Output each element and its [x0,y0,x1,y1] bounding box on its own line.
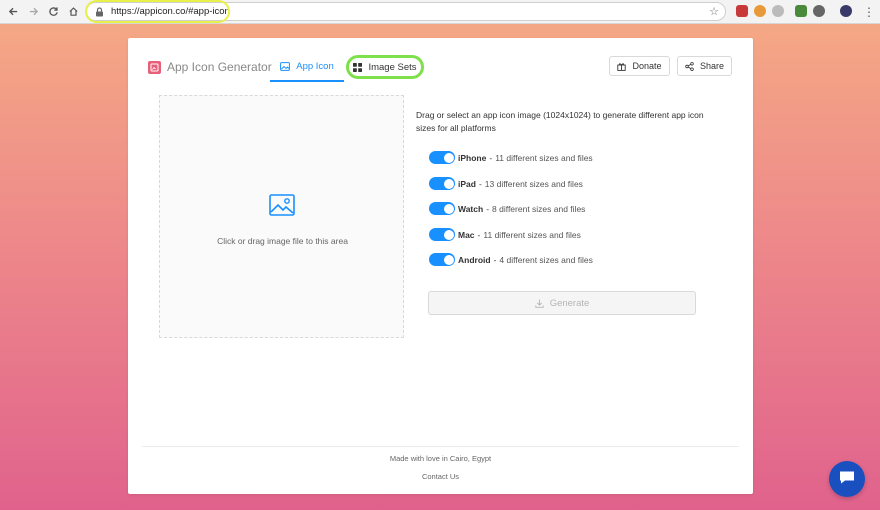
main-card: App Icon Generator App Icon Image Sets D… [128,38,753,494]
option-name: Android [458,254,491,265]
option-mac: Mac - 11 different sizes and files [429,228,581,241]
brand-logo-icon [148,60,161,74]
toggle-mac[interactable] [429,228,455,241]
address-bar[interactable]: https://appicon.co/#app-icon ☆ [85,0,726,23]
chat-bubble-icon [839,470,855,489]
toggle-ipad[interactable] [429,177,455,190]
option-separator: - [486,203,490,214]
option-description: 13 different sizes and files [484,178,583,189]
reload-icon[interactable] [44,3,62,21]
extension-shield-icon[interactable] [736,5,748,17]
option-separator: - [489,152,493,163]
share-button[interactable]: Share [677,56,732,76]
option-android: Android - 4 different sizes and files [429,253,593,266]
back-arrow-icon[interactable] [4,3,22,21]
extension-gear-icon[interactable] [813,5,825,17]
brand-name: App Icon Generator [167,60,272,74]
donate-label: Donate [632,61,662,71]
brand[interactable]: App Icon Generator [148,60,272,74]
image-dropzone[interactable]: Click or drag image file to this area [159,95,404,338]
toggle-watch[interactable] [429,202,455,215]
option-watch: Watch - 8 different sizes and files [429,202,585,215]
option-name: iPhone [458,152,487,163]
option-separator: - [477,229,481,240]
image-icon [280,61,291,71]
picture-icon [269,194,295,221]
toggle-iphone[interactable] [429,151,455,164]
home-icon[interactable] [64,3,82,21]
gift-icon [617,62,627,71]
footer-divider [142,446,739,447]
option-description: 4 different sizes and files [499,254,593,265]
footer-contact-link[interactable]: Contact Us [128,472,753,481]
toggle-android[interactable] [429,253,455,266]
description-text: Drag or select an app icon image (1024x1… [416,110,704,133]
donate-button[interactable]: Donate [609,56,670,76]
option-name: Watch [458,203,484,214]
option-name: Mac [458,229,475,240]
tab-app-icon[interactable]: App Icon [270,52,344,82]
menu-dots-icon[interactable]: ⋮ [860,3,878,21]
option-description: 8 different sizes and files [492,203,586,214]
tab-highlight-annotation [346,55,424,79]
extension-green-icon[interactable] [795,5,807,17]
option-name: iPad [458,178,476,189]
generate-button[interactable]: Generate [428,291,696,315]
option-separator: - [493,254,497,265]
option-ipad: iPad - 13 different sizes and files [429,177,583,190]
browser-toolbar: https://appicon.co/#app-icon ☆ ⋮ [0,0,880,24]
download-icon [535,299,544,308]
option-description: 11 different sizes and files [495,152,593,163]
chat-button[interactable] [829,461,865,497]
option-separator: - [478,178,482,189]
forward-arrow-icon[interactable] [24,3,42,21]
generate-label: Generate [549,297,590,309]
option-description: 11 different sizes and files [483,229,581,240]
share-icon [685,61,694,71]
dropzone-text: Click or drag image file to this area [217,236,348,246]
share-label: Share [699,61,725,71]
extension-chrome-icon[interactable] [754,5,766,17]
option-iphone: iPhone - 11 different sizes and files [429,151,593,164]
profile-avatar[interactable] [840,5,852,17]
extension-circle-icon[interactable] [772,5,784,17]
footer-made-with: Made with love in Cairo, Egypt [389,454,492,463]
url-highlight-annotation [85,0,230,23]
bookmark-star-icon[interactable]: ☆ [709,5,719,18]
tab-app-icon-label: App Icon [296,60,334,72]
